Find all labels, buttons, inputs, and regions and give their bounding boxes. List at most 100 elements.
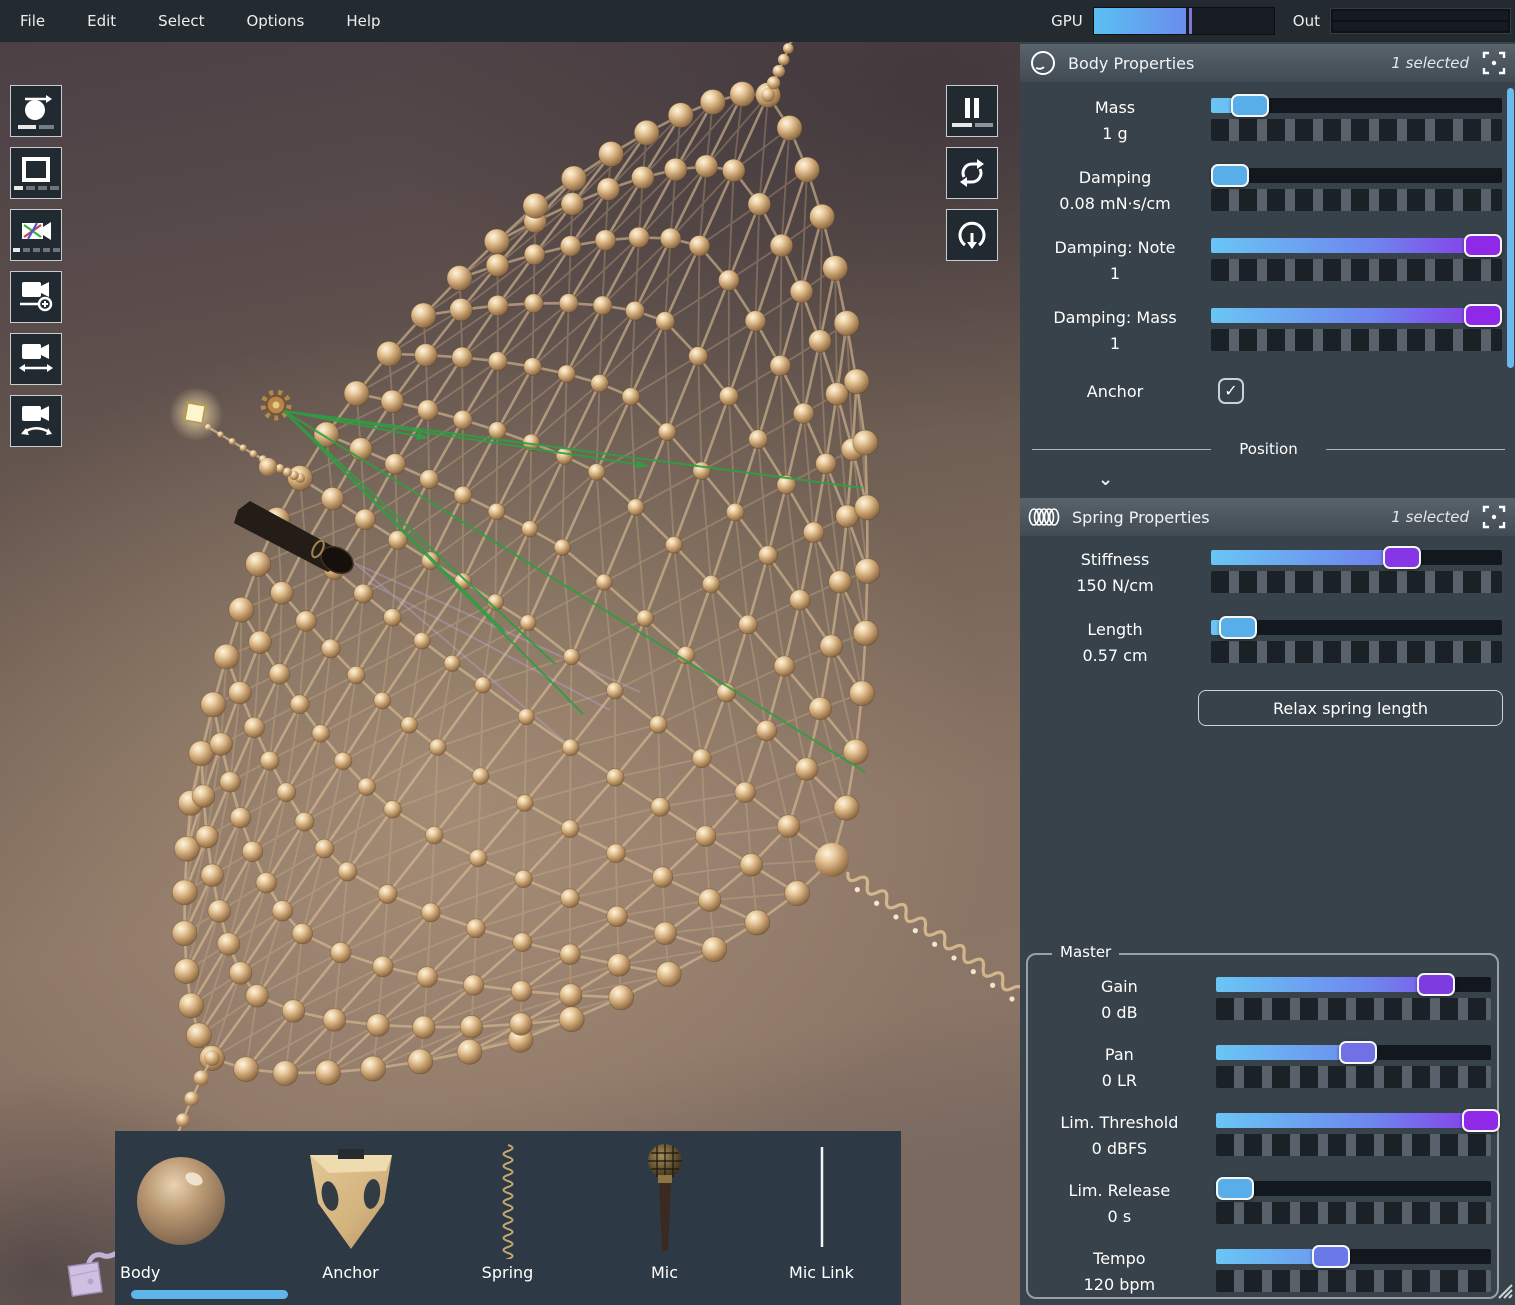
lim-release-mod-strip[interactable]: [1216, 1202, 1491, 1224]
lim-threshold-mod-strip[interactable]: [1216, 1134, 1491, 1156]
reset-orientation-button[interactable]: [946, 209, 998, 261]
damping-mod-strip[interactable]: [1211, 189, 1502, 211]
damping-value: 0.08 mN·s/cm: [1032, 194, 1198, 213]
pan-slider-track[interactable]: [1216, 1045, 1491, 1060]
palette-item-mic[interactable]: Mic: [586, 1131, 743, 1305]
length-slider-track[interactable]: [1211, 620, 1502, 635]
pan-slider-handle[interactable]: [1339, 1041, 1377, 1064]
tempo-slider-track[interactable]: [1216, 1249, 1491, 1264]
tempo-label: Tempo: [1036, 1249, 1203, 1268]
menu-bar: FileEditSelectOptionsHelp GPU Out: [0, 0, 1515, 42]
anchor-row: Anchor ✓: [1032, 378, 1505, 404]
tempo-slider[interactable]: [1216, 1249, 1491, 1294]
param-row-gain: Gain0 dB: [1036, 977, 1491, 1022]
camera-reset-tool-button[interactable]: [10, 209, 62, 261]
gain-slider[interactable]: [1216, 977, 1491, 1022]
spring-icon: [1028, 504, 1062, 530]
length-slider-handle[interactable]: [1219, 616, 1257, 639]
lim-release-slider-handle[interactable]: [1216, 1177, 1254, 1200]
pause-button[interactable]: [946, 85, 998, 137]
stiffness-label: Stiffness: [1032, 550, 1198, 569]
position-label: Position: [1239, 440, 1297, 458]
damping-mass-slider-track[interactable]: [1211, 308, 1502, 323]
mass-mod-strip[interactable]: [1211, 119, 1502, 141]
length-mod-strip[interactable]: [1211, 641, 1502, 663]
damping-slider-track[interactable]: [1211, 168, 1502, 183]
resize-grip[interactable]: [1491, 1277, 1513, 1303]
palette-scrollbar[interactable]: [131, 1290, 288, 1299]
gain-slider-track[interactable]: [1216, 977, 1491, 992]
sync-icon: [956, 157, 988, 189]
gain-mod-strip[interactable]: [1216, 998, 1491, 1020]
mass-labels: Mass1 g: [1032, 98, 1198, 143]
param-row-mass: Mass1 g: [1032, 98, 1505, 143]
palette-item-spring[interactable]: Spring: [429, 1131, 586, 1305]
palette-item-mic-link[interactable]: Mic Link: [743, 1131, 900, 1305]
simulation-scene[interactable]: [0, 42, 1020, 1305]
menu-item-edit[interactable]: Edit: [79, 12, 124, 30]
relax-spring-length-button[interactable]: Relax spring length: [1198, 690, 1503, 726]
menu-item-options[interactable]: Options: [238, 12, 312, 30]
length-slider[interactable]: [1211, 620, 1502, 665]
camera-toolbar: [10, 85, 62, 457]
param-row-damping-mass: Damping: Mass1: [1032, 308, 1505, 353]
entity-palette: Body: [115, 1131, 901, 1305]
pan-slider[interactable]: [1216, 1045, 1491, 1090]
sync-button[interactable]: [946, 147, 998, 199]
damping-slider[interactable]: [1211, 168, 1502, 213]
gpu-meter: [1093, 7, 1275, 35]
viewport-3d[interactable]: Body: [0, 42, 1020, 1305]
reset-down-icon: [956, 219, 988, 251]
tempo-slider-handle[interactable]: [1312, 1245, 1350, 1268]
damping-mass-mod-strip[interactable]: [1211, 329, 1502, 351]
damping-note-slider[interactable]: [1211, 238, 1502, 283]
gpu-tick: [1189, 8, 1192, 34]
tempo-mod-strip[interactable]: [1216, 1270, 1491, 1292]
gain-label: Gain: [1036, 977, 1203, 996]
lim-threshold-slider-track[interactable]: [1216, 1113, 1491, 1128]
damping-mass-slider[interactable]: [1211, 308, 1502, 353]
focus-selection-icon[interactable]: [1481, 50, 1507, 76]
camera-pan-tool-button[interactable]: [10, 333, 62, 385]
param-row-damping: Damping 0.08 mN·s/cm: [1032, 168, 1505, 213]
damping-label: Damping: [1032, 168, 1198, 187]
lim-release-slider[interactable]: [1216, 1181, 1491, 1226]
param-row-pan: Pan0 LR: [1036, 1045, 1491, 1090]
palette-item-body[interactable]: Body: [115, 1131, 272, 1305]
lim-release-slider-track[interactable]: [1216, 1181, 1491, 1196]
stiffness-slider-track[interactable]: [1211, 550, 1502, 565]
panel-scrollbar-thumb[interactable]: [1507, 88, 1514, 368]
gain-slider-handle[interactable]: [1417, 973, 1455, 996]
stiffness-slider-handle[interactable]: [1383, 546, 1421, 569]
menu-item-select[interactable]: Select: [150, 12, 212, 30]
lim-threshold-slider[interactable]: [1216, 1113, 1491, 1158]
box-select-tool-button[interactable]: [10, 147, 62, 199]
palette-item-anchor[interactable]: Anchor: [272, 1131, 429, 1305]
menu-item-file[interactable]: File: [12, 12, 53, 30]
anchor-checkbox[interactable]: ✓: [1218, 378, 1244, 404]
menu-item-help[interactable]: Help: [338, 12, 388, 30]
scroll-down-chevron[interactable]: ⌄: [1098, 469, 1113, 490]
damping-note-slider-track[interactable]: [1211, 238, 1502, 253]
focus-selection-icon[interactable]: [1481, 504, 1507, 530]
camera-zoom-tool-button[interactable]: [10, 271, 62, 323]
mass-value: 1 g: [1032, 124, 1198, 143]
mass-slider-track[interactable]: [1211, 98, 1502, 113]
stiffness-slider[interactable]: [1211, 550, 1502, 595]
pan-label: Pan: [1036, 1045, 1203, 1064]
select-body-tool-button[interactable]: [10, 85, 62, 137]
spring-thumbnail: [488, 1131, 528, 1259]
stiffness-mod-strip[interactable]: [1211, 571, 1502, 593]
mass-slider[interactable]: [1211, 98, 1502, 143]
mass-slider-handle[interactable]: [1231, 94, 1269, 117]
camera-orbit-tool-button[interactable]: [10, 395, 62, 447]
param-row-tempo: Tempo120 bpm: [1036, 1249, 1491, 1294]
select-body-icon: [19, 93, 53, 123]
lim-threshold-slider-handle[interactable]: [1462, 1109, 1500, 1132]
pan-mod-strip[interactable]: [1216, 1066, 1491, 1088]
damping-note-mod-strip[interactable]: [1211, 259, 1502, 281]
damping-slider-handle[interactable]: [1211, 164, 1249, 187]
param-row-damping-note: Damping: Note1: [1032, 238, 1505, 283]
damping-mass-slider-handle[interactable]: [1464, 304, 1502, 327]
damping-note-slider-handle[interactable]: [1464, 234, 1502, 257]
